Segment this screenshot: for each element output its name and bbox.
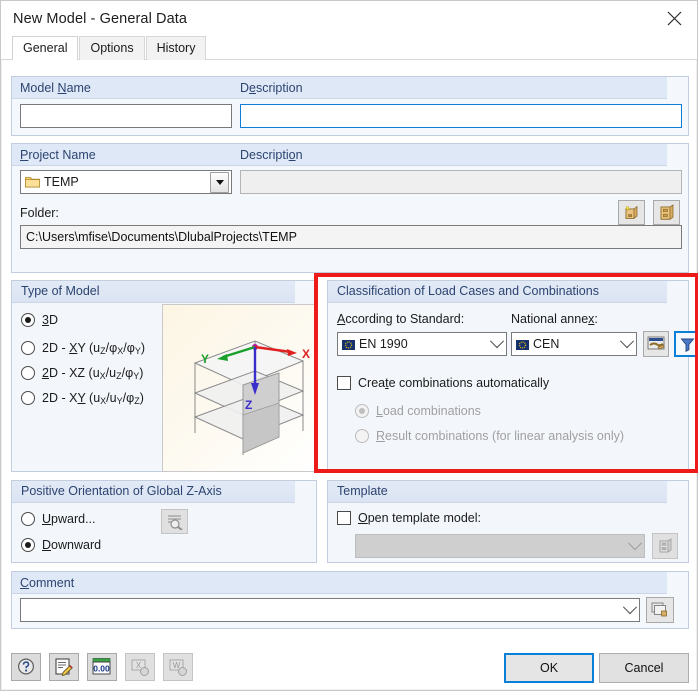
model-name-input[interactable] (20, 104, 232, 128)
z-axis-panel: Positive Orientation of Global Z-Axis Up… (11, 480, 317, 563)
close-icon[interactable] (651, 1, 697, 36)
axis-label-z: Z (245, 398, 252, 412)
comment-label: Comment (20, 576, 75, 590)
radio-label: Load combinations (376, 404, 481, 418)
radio-label: Downward (42, 538, 102, 552)
radio-dot (355, 404, 369, 418)
dialog-client-area: Model Name Description Project Name Desc… (2, 60, 698, 689)
model-description-label: Description (240, 81, 303, 95)
open-model-icon (652, 533, 678, 559)
radio-label: 3D (42, 313, 58, 327)
cancel-button[interactable]: Cancel (599, 653, 689, 683)
open-project-icon[interactable] (653, 200, 680, 225)
new-project-icon[interactable] (618, 200, 645, 225)
tab-history[interactable]: History (145, 36, 207, 60)
standard-dropdown-arrow[interactable] (487, 333, 506, 355)
project-description-label: Description (240, 148, 303, 162)
model-name-panel: Model Name Description (11, 76, 689, 136)
standard-value: EN 1990 (359, 337, 408, 351)
project-name-label: Project Name (20, 148, 96, 162)
national-annex-value: CEN (533, 337, 560, 351)
title-bar: New Model - General Data (1, 1, 697, 36)
template-dropdown-arrow (625, 535, 644, 557)
radio-result-combinations: Result combinations (for linear analysis… (355, 429, 624, 443)
comment-library-icon[interactable] (646, 597, 674, 623)
checkbox-label: Create combinations automatically (358, 376, 550, 390)
project-name-value: TEMP (44, 175, 79, 189)
radio-z-downward[interactable]: Downward (21, 538, 101, 552)
axis-label-x: X (302, 347, 310, 361)
template-panel: Template Open template model: (327, 480, 689, 563)
axis-preview-icon (161, 509, 188, 534)
model-description-input[interactable] (240, 104, 682, 128)
classification-caption: Classification of Load Cases and Combina… (328, 281, 667, 303)
national-annex-dropdown-arrow[interactable] (617, 333, 636, 355)
folder-path-value: C:\Users\mfise\Documents\DlubalProjects\… (20, 225, 682, 249)
create-combinations-checkbox[interactable]: Create combinations automatically (337, 376, 549, 390)
tab-general[interactable]: General (12, 36, 79, 61)
radio-label: Upward... (42, 512, 96, 526)
checkbox-label: Open template model: (358, 511, 481, 525)
project-panel: Project Name Description TEMP Folder: C:… (11, 143, 689, 273)
radio-label: 2D - XZ (uX/uZ/φY) (42, 366, 144, 381)
project-description-input (240, 170, 682, 194)
tab-strip: General Options History (1, 36, 697, 61)
radio-label: Result combinations (for linear analysis… (376, 429, 625, 443)
type-of-model-panel: Type of Model 3D 2D - XY (uZ/φX/φY) 2D -… (11, 280, 317, 472)
checkbox-box (337, 376, 351, 390)
radio-label: 2D - XY (uX/uY/φZ) (42, 391, 144, 406)
comment-combo[interactable] (20, 598, 640, 622)
eu-flag-icon (342, 339, 355, 350)
export-excel-icon: X (125, 653, 155, 681)
standard-combo[interactable]: EN 1990 (337, 332, 507, 356)
open-template-checkbox[interactable]: Open template model: (337, 511, 481, 525)
units-value: 0.00 (93, 664, 110, 674)
tab-options[interactable]: Options (79, 36, 145, 60)
template-caption: Template (328, 481, 667, 503)
edit-note-icon[interactable] (49, 653, 79, 681)
according-to-standard-label: According to Standard: (337, 312, 465, 326)
project-name-dropdown-arrow[interactable] (210, 171, 229, 193)
folder-label: Folder: (20, 206, 59, 220)
radio-model-2d-xy-ux[interactable]: 2D - XY (uX/uY/φZ) (21, 391, 144, 406)
window-title: New Model - General Data (13, 10, 188, 27)
folder-icon (25, 176, 40, 188)
filter-funnel-icon[interactable] (674, 331, 698, 357)
radio-dot (21, 391, 35, 405)
radio-dot (21, 341, 35, 355)
new-model-dialog: New Model - General Data General Options… (0, 0, 698, 691)
radio-model-2d-xy-uz[interactable]: 2D - XY (uZ/φX/φY) (21, 341, 146, 356)
comment-panel: Comment (11, 571, 689, 629)
comment-dropdown-arrow[interactable] (620, 599, 639, 621)
project-name-combo[interactable]: TEMP (20, 170, 232, 194)
radio-load-combinations: Load combinations (355, 404, 481, 418)
radio-model-3d[interactable]: 3D (21, 313, 58, 327)
footer-toolbar: 0.00 X W (11, 653, 193, 681)
units-icon[interactable]: 0.00 (87, 653, 117, 681)
svg-text:X: X (136, 661, 142, 670)
z-axis-caption: Positive Orientation of Global Z-Axis (12, 481, 295, 503)
radio-label: 2D - XY (uZ/φX/φY) (42, 341, 146, 356)
model-3d-preview: X Y Z (162, 304, 317, 472)
radio-dot (21, 366, 35, 380)
radio-model-2d-xz[interactable]: 2D - XZ (uX/uZ/φY) (21, 366, 144, 381)
standard-settings-icon[interactable] (643, 331, 669, 357)
radio-dot (21, 512, 35, 526)
template-model-combo (355, 534, 645, 558)
ok-button[interactable]: OK (504, 653, 594, 683)
export-word-icon: W (163, 653, 193, 681)
eu-flag-icon (516, 339, 529, 350)
help-icon[interactable] (11, 653, 41, 681)
radio-dot (355, 429, 369, 443)
national-annex-label: National annex: (511, 312, 598, 326)
radio-dot (21, 313, 35, 327)
type-of-model-caption: Type of Model (12, 281, 295, 303)
model-name-label: Model Name (20, 81, 91, 95)
checkbox-box (337, 511, 351, 525)
axis-label-y: Y (201, 352, 209, 366)
radio-z-upward[interactable]: Upward... (21, 512, 96, 526)
radio-dot (21, 538, 35, 552)
classification-panel: Classification of Load Cases and Combina… (327, 280, 698, 472)
national-annex-combo[interactable]: CEN (511, 332, 637, 356)
